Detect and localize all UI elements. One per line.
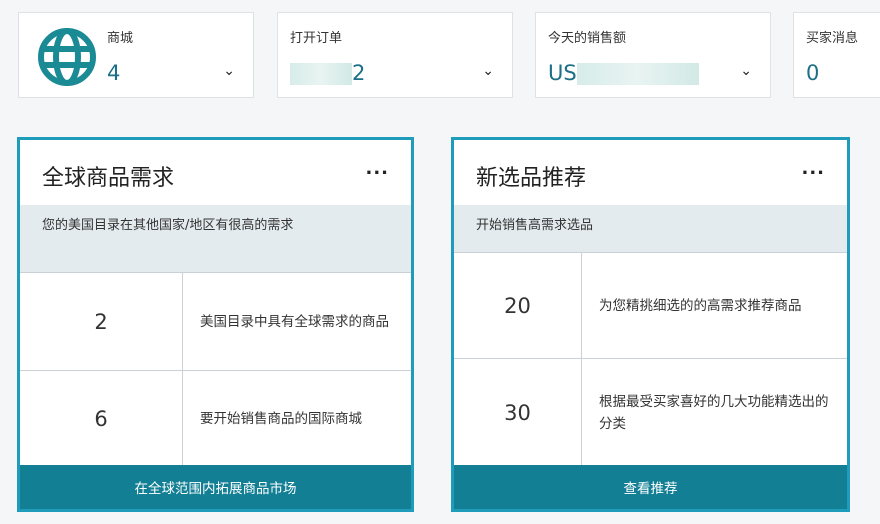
stat-label: 商城 xyxy=(107,31,134,46)
panel-subtitle: 开始销售高需求选品 xyxy=(454,205,847,252)
panel-subtitle: 您的美国目录在其他国家/地区有很高的需求 xyxy=(20,205,411,272)
row-description: 为您精挑细选的的高需求推荐商品 xyxy=(599,298,802,314)
more-options-button[interactable]: ... xyxy=(365,158,389,179)
row-description: 根据最受买家喜好的几大功能精选出的分类 xyxy=(599,393,829,432)
globe-icon xyxy=(38,28,96,86)
stat-value: 0 xyxy=(806,61,820,85)
chevron-down-icon[interactable]: ⌄ xyxy=(482,63,494,79)
stat-card-marketplaces[interactable]: 商城 4 ⌄ xyxy=(18,12,254,98)
stat-value: 2 xyxy=(352,61,366,85)
stat-card-sales-today[interactable]: 今天的销售额 US ⌄ xyxy=(535,12,771,98)
chevron-down-icon[interactable]: ⌄ xyxy=(223,63,235,79)
stat-card-open-orders[interactable]: 打开订单 2 ⌄ xyxy=(277,12,513,98)
panel-title: 全球商品需求 xyxy=(42,166,175,191)
new-selection-panel: 新选品推荐 ... 开始销售高需求选品 20 为您精挑细选的的高需求推荐商品 3… xyxy=(451,137,850,512)
chevron-down-icon[interactable]: ⌄ xyxy=(740,63,752,79)
stat-label: 打开订单 xyxy=(290,31,343,46)
row-value: 20 xyxy=(454,253,582,359)
stat-label: 买家消息 xyxy=(806,31,859,46)
row-description: 美国目录中具有全球需求的商品 xyxy=(200,314,389,330)
row-description: 要开始销售商品的国际商城 xyxy=(200,410,362,427)
expand-global-button[interactable]: 在全球范围内拓展商品市场 xyxy=(20,465,411,509)
row-value: 30 xyxy=(454,359,582,466)
global-demand-panel: 全球商品需求 ... 您的美国目录在其他国家/地区有很高的需求 2 美国目录中具… xyxy=(17,137,414,512)
list-item[interactable]: 2 美国目录中具有全球需求的商品 xyxy=(20,272,411,371)
stat-card-buyer-messages[interactable]: 买家消息 0 xyxy=(793,12,880,98)
panel-title: 新选品推荐 xyxy=(476,166,587,191)
stat-value: US xyxy=(548,61,577,85)
stat-value: 4 xyxy=(107,61,121,85)
row-value: 2 xyxy=(20,273,183,371)
list-item[interactable]: 20 为您精挑细选的的高需求推荐商品 xyxy=(454,252,847,359)
redacted-value xyxy=(290,63,352,85)
more-options-button[interactable]: ... xyxy=(801,158,825,179)
stat-label: 今天的销售额 xyxy=(548,31,627,46)
redacted-value xyxy=(576,63,699,85)
view-recommendations-button[interactable]: 查看推荐 xyxy=(454,465,847,509)
list-item[interactable]: 6 要开始销售商品的国际商城 xyxy=(20,370,411,466)
list-item[interactable]: 30 根据最受买家喜好的几大功能精选出的分类 xyxy=(454,358,847,466)
row-value: 6 xyxy=(20,371,183,466)
